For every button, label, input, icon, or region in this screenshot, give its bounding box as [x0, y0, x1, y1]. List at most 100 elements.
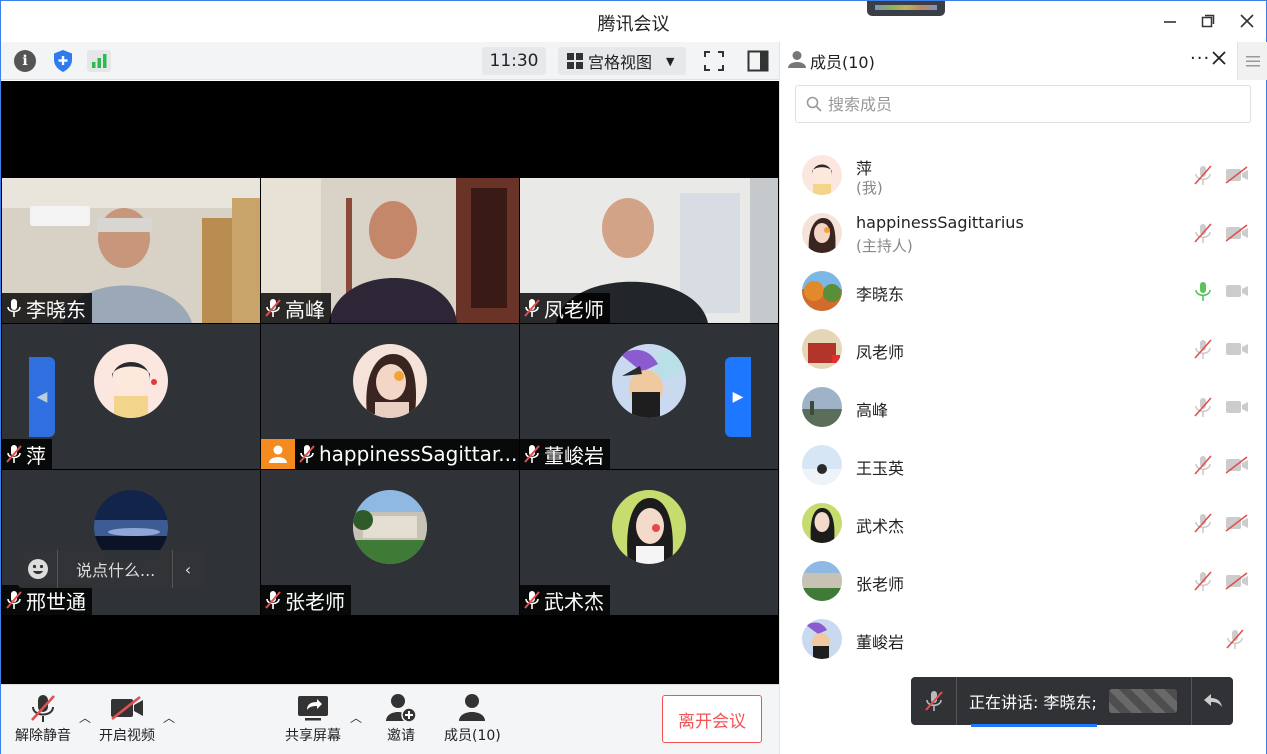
toggle-sidebar-button[interactable] [746, 49, 770, 73]
meeting-indicator [867, 1, 945, 16]
member-camera-status[interactable] [1224, 338, 1250, 360]
member-mic-status[interactable] [1192, 512, 1214, 534]
member-camera-status[interactable] [1224, 222, 1250, 244]
chevron-left-icon: ‹ [184, 559, 192, 579]
video-tile[interactable]: 李晓东 [2, 178, 260, 323]
member-mic-status[interactable] [1192, 222, 1214, 244]
view-mode-dropdown[interactable]: 宫格视图 ▼ [558, 47, 686, 75]
speaking-underline [971, 724, 1097, 727]
mic-muted-icon [1226, 629, 1244, 649]
restore-button[interactable] [1196, 9, 1220, 33]
member-row[interactable]: 张老师 [780, 552, 1267, 610]
fullscreen-button[interactable] [702, 49, 726, 73]
video-tile[interactable]: 邢世通 [2, 470, 260, 615]
prev-page-button[interactable]: ◀ [29, 357, 55, 437]
audio-options-button[interactable]: ︿ [79, 709, 91, 726]
share-screen-button[interactable]: 共享屏幕 [285, 691, 341, 745]
members-panel: 成员(10) ··· 萍(我) happinessSagittarius (主持人)… [779, 42, 1267, 754]
member-row[interactable]: 王玉英 [780, 436, 1267, 494]
member-camera-status[interactable] [1224, 164, 1250, 186]
user-icon [269, 445, 287, 463]
mic-muted-icon [1194, 397, 1212, 417]
member-row[interactable]: 武术杰 [780, 494, 1267, 552]
member-mic-status[interactable] [1224, 628, 1246, 650]
member-row[interactable]: 萍 (我) [780, 146, 1267, 204]
more-options-icon[interactable]: ··· [1190, 48, 1210, 69]
avatar [802, 329, 842, 369]
mic-muted-icon [1194, 513, 1212, 533]
avatar [802, 387, 842, 427]
member-name: 萍 [856, 159, 873, 178]
collapse-speaking-button[interactable] [1191, 677, 1233, 725]
video-options-button[interactable]: ︿ [163, 709, 175, 726]
video-tile[interactable]: 凤老师 [520, 178, 778, 323]
unmute-button[interactable]: 解除静音 [15, 691, 71, 745]
invite-button[interactable]: 邀请 [385, 691, 417, 745]
close-window-button[interactable] [1235, 9, 1259, 33]
member-mic-status[interactable] [1192, 338, 1214, 360]
back-arrow-icon [1203, 694, 1222, 707]
host-badge [261, 439, 295, 469]
member-row[interactable]: 凤老师 [780, 320, 1267, 378]
member-mic-status[interactable] [1192, 164, 1214, 186]
next-page-button[interactable]: ▶ [725, 357, 751, 437]
security-button[interactable] [51, 49, 75, 73]
share-screen-icon [297, 691, 329, 725]
invite-label: 邀请 [387, 728, 415, 744]
member-mic-status[interactable] [1192, 454, 1214, 476]
camera-off-icon [1225, 224, 1248, 242]
member-camera-status[interactable] [1224, 512, 1250, 534]
video-tile[interactable]: 武术杰 [520, 470, 778, 615]
member-name: 高峰 [856, 401, 889, 420]
member-camera-status[interactable] [1224, 396, 1250, 418]
participant-name-tag: 萍 [2, 439, 52, 469]
mic-muted-icon [522, 589, 542, 611]
video-tile[interactable]: happinessSagittar... [261, 324, 519, 469]
participant-name-tag: happinessSagittar... [295, 439, 519, 469]
member-camera-status[interactable] [1224, 570, 1250, 592]
signal-icon [87, 50, 111, 72]
member-search-box[interactable] [795, 85, 1251, 123]
member-mic-status[interactable] [1192, 396, 1214, 418]
member-camera-status[interactable] [1224, 280, 1250, 302]
share-options-button[interactable]: ︿ [350, 709, 362, 726]
chat-placeholder[interactable]: 说点什么... [58, 550, 173, 588]
member-mic-status[interactable] [1192, 280, 1214, 302]
chevron-left-icon: ◀ [36, 389, 48, 405]
network-button[interactable] [87, 49, 111, 73]
video-tile[interactable]: 张老师 [261, 470, 519, 615]
start-video-button[interactable]: 开启视频 [99, 691, 155, 745]
avatar [802, 619, 842, 659]
blurred-region [1109, 689, 1177, 713]
camera-off-icon [1225, 456, 1248, 474]
info-button[interactable]: i [13, 49, 37, 73]
participant-name: 董峻岩 [544, 443, 604, 468]
camera-off-icon [110, 691, 144, 725]
leave-meeting-button[interactable]: 离开会议 [662, 695, 762, 743]
minimize-button[interactable] [1158, 9, 1182, 33]
member-mic-status[interactable] [1192, 570, 1214, 592]
emoji-button[interactable] [18, 550, 58, 588]
member-row[interactable]: happinessSagittarius (主持人) [780, 204, 1267, 262]
speaking-indicator[interactable]: 正在讲话: 李晓东; [911, 677, 1233, 727]
member-row[interactable]: 高峰 [780, 378, 1267, 436]
participant-name: 萍 [26, 443, 46, 468]
minimize-icon [1164, 21, 1176, 23]
members-panel-title: 成员(10) [810, 53, 875, 72]
close-panel-button[interactable] [1212, 46, 1226, 70]
member-row[interactable]: 董峻岩 [780, 610, 1267, 668]
member-name: happinessSagittarius [856, 213, 1024, 232]
avatar [612, 490, 686, 564]
mute-speaker-button[interactable] [911, 677, 957, 725]
collapse-chat-button[interactable]: ‹ [173, 560, 203, 579]
member-camera-status[interactable] [1224, 454, 1250, 476]
member-search-input[interactable] [828, 94, 1208, 114]
members-button[interactable]: 成员(10) [444, 691, 501, 745]
video-tile[interactable]: 高峰 [261, 178, 519, 323]
panel-menu-button[interactable] [1237, 42, 1267, 80]
chevron-up-icon: ︿ [350, 711, 363, 725]
member-row[interactable]: 李晓东 [780, 262, 1267, 320]
add-user-icon [385, 691, 417, 725]
chevron-down-icon: ▼ [666, 54, 675, 68]
chat-input-pill[interactable]: 说点什么... ‹ [18, 550, 203, 588]
